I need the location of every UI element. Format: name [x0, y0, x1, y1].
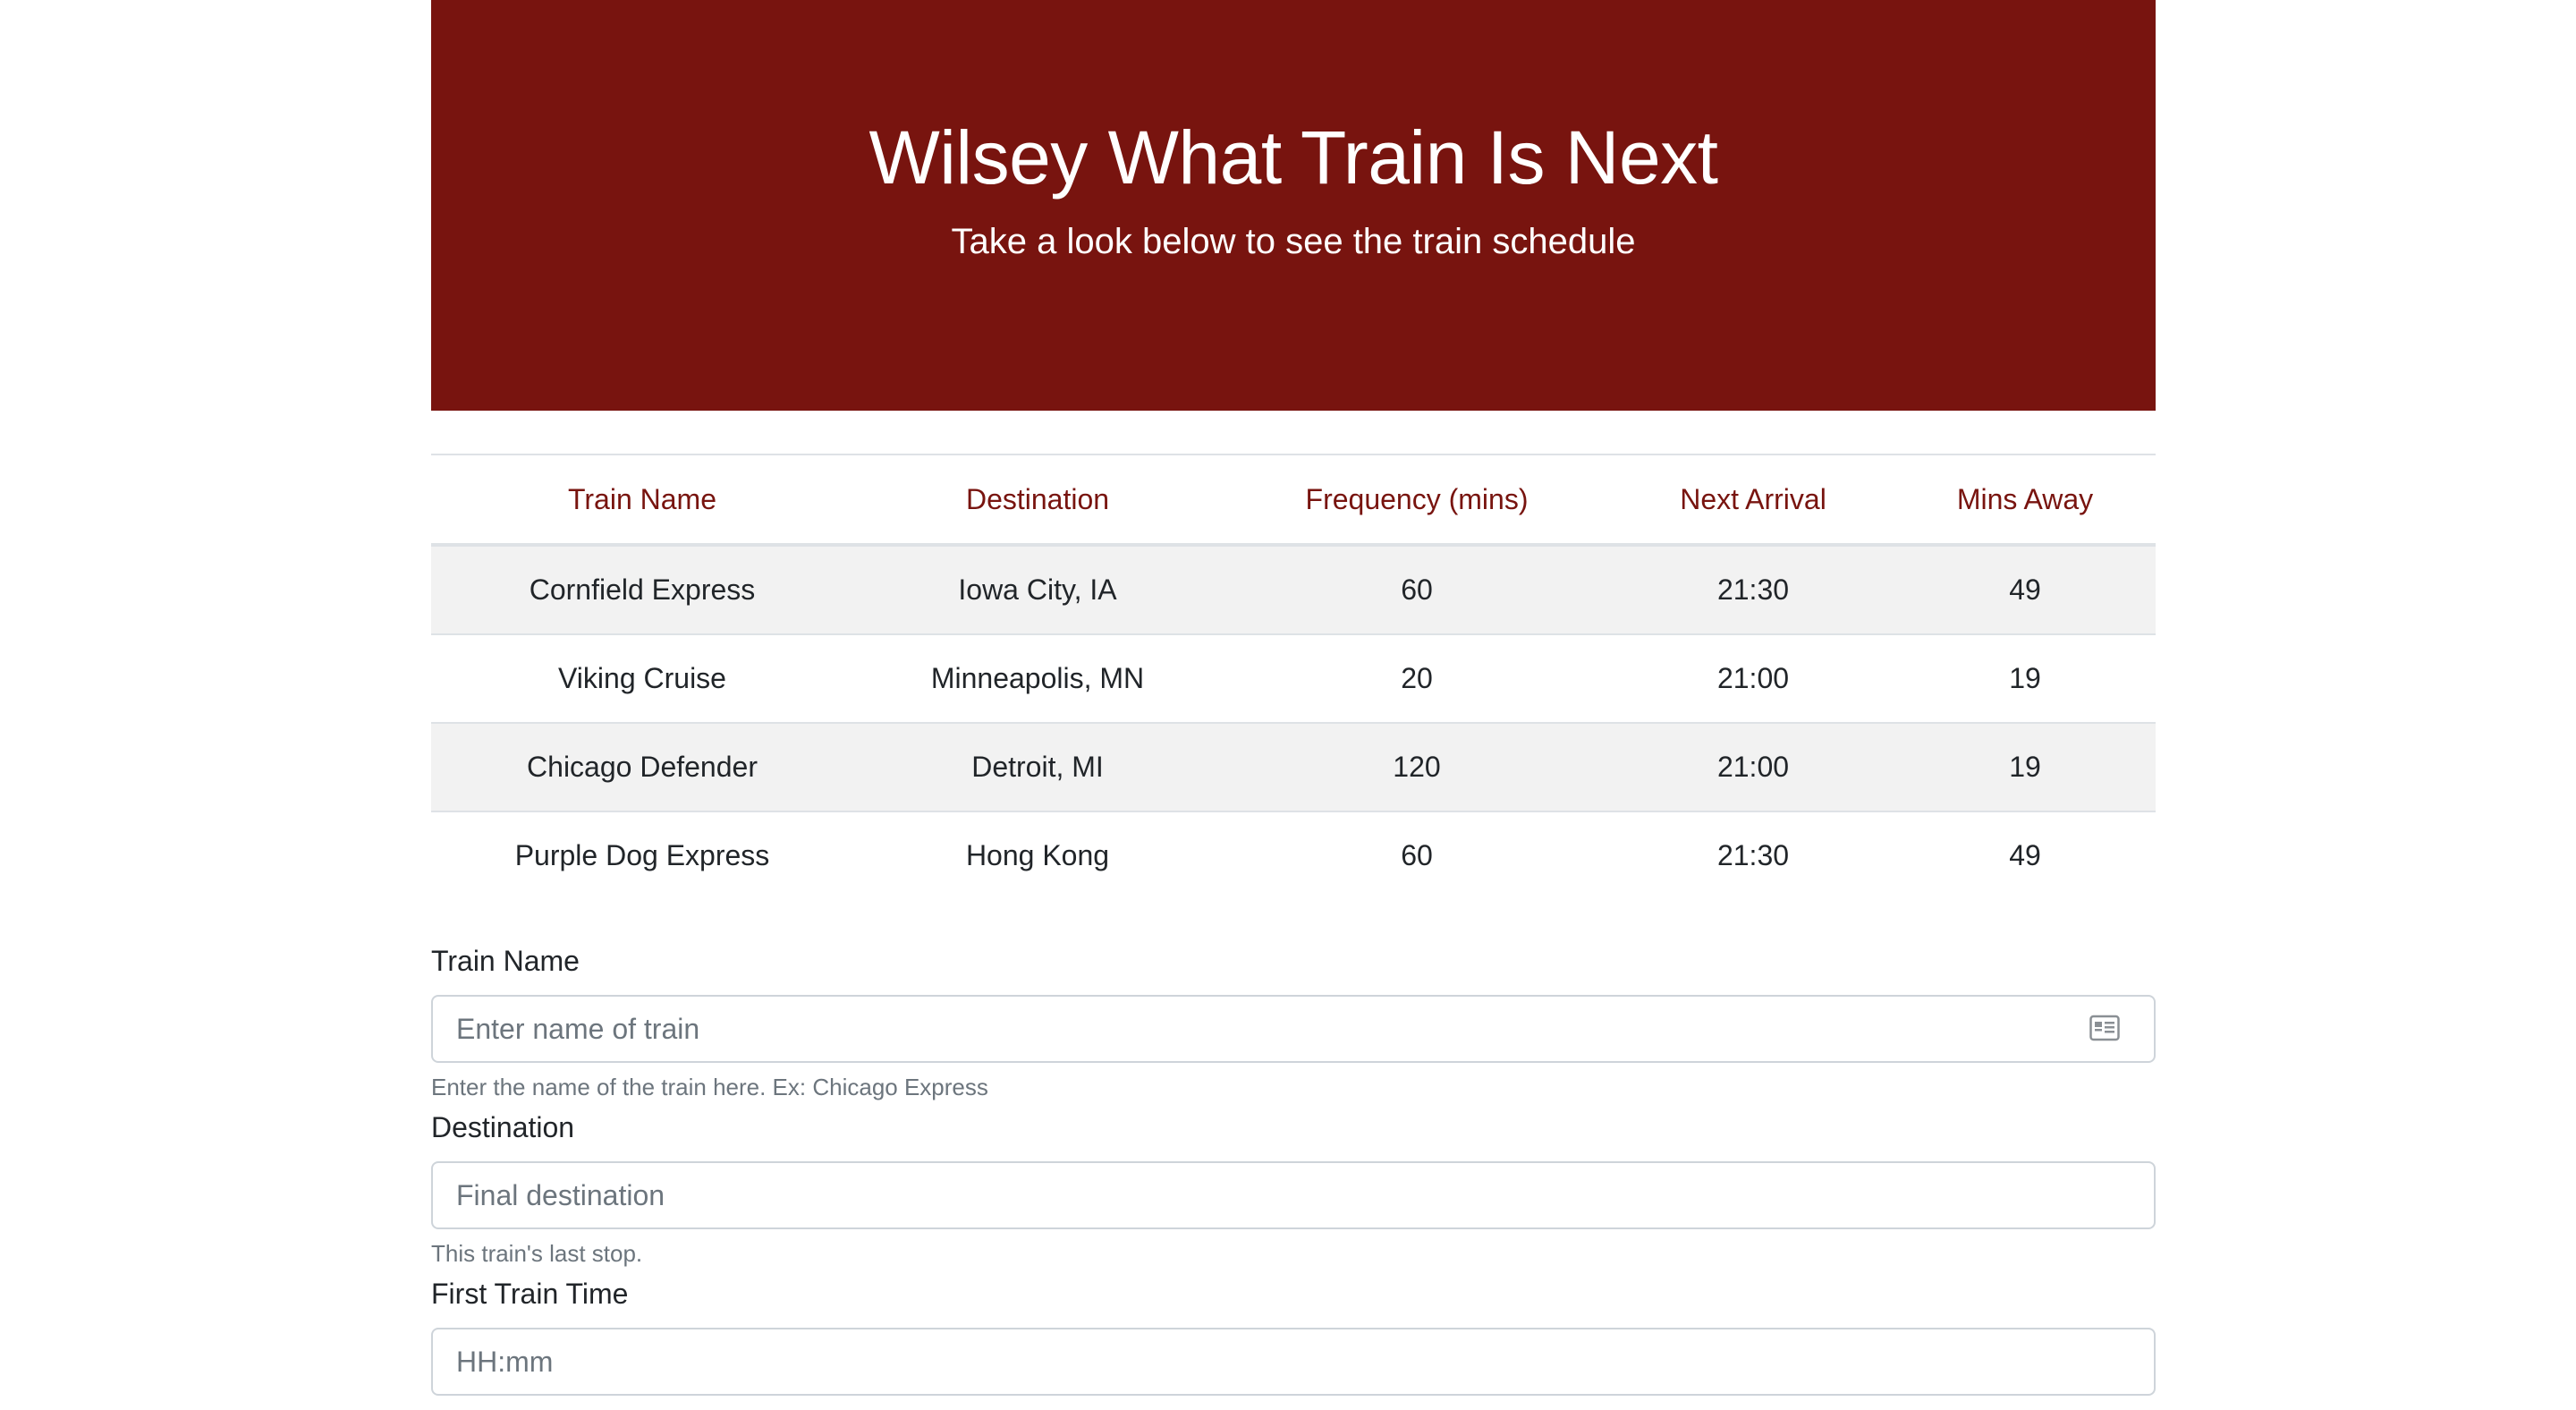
cell-frequency: 60: [1222, 545, 1612, 634]
train-name-input[interactable]: [431, 995, 2156, 1063]
table-row: Purple Dog Express Hong Kong 60 21:30 49: [431, 811, 2156, 899]
cell-train-name: Viking Cruise: [431, 633, 853, 723]
train-name-group: Train Name Enter the name of the train h…: [431, 938, 2156, 1104]
train-name-label: Train Name: [431, 945, 580, 977]
table-row: Chicago Defender Detroit, MI 120 21:00 1…: [431, 722, 2156, 811]
cell-mins-away: 49: [1894, 811, 2156, 899]
add-train-form: Train Name Enter the name of the train h…: [431, 938, 2156, 1396]
column-header-mins-away: Mins Away: [1894, 454, 2156, 547]
cell-mins-away: 19: [1894, 722, 2156, 811]
header-banner: Wilsey What Train Is Next Take a look be…: [431, 0, 2156, 411]
column-header-frequency: Frequency (mins): [1222, 454, 1612, 547]
cell-destination: Detroit, MI: [853, 722, 1222, 811]
destination-input-wrap: [431, 1161, 2156, 1229]
first-train-time-label: First Train Time: [431, 1278, 629, 1310]
first-train-time-group: First Train Time: [431, 1270, 2156, 1396]
destination-help: This train's last stop.: [431, 1240, 643, 1267]
page-container: Wilsey What Train Is Next Take a look be…: [431, 0, 2156, 1396]
destination-label: Destination: [431, 1111, 575, 1143]
column-header-train-name: Train Name: [431, 454, 853, 547]
cell-next-arrival: 21:00: [1612, 633, 1894, 723]
cell-next-arrival: 21:30: [1612, 545, 1894, 634]
cell-train-name: Cornfield Express: [431, 545, 853, 634]
cell-frequency: 120: [1222, 722, 1612, 811]
cell-next-arrival: 21:30: [1612, 811, 1894, 899]
destination-group: Destination This train's last stop.: [431, 1104, 2156, 1270]
cell-destination: Hong Kong: [853, 811, 1222, 899]
cell-destination: Iowa City, IA: [853, 545, 1222, 634]
cell-mins-away: 49: [1894, 545, 2156, 634]
cell-mins-away: 19: [1894, 633, 2156, 723]
table-header-row: Train Name Destination Frequency (mins) …: [431, 454, 2156, 547]
train-schedule-table: Train Name Destination Frequency (mins) …: [431, 454, 2156, 899]
contact-card-icon[interactable]: [2089, 1015, 2120, 1041]
cell-frequency: 20: [1222, 633, 1612, 723]
destination-input[interactable]: [431, 1161, 2156, 1229]
train-name-input-wrap: [431, 995, 2156, 1063]
first-train-time-input-wrap: [431, 1328, 2156, 1396]
first-train-time-input[interactable]: [431, 1328, 2156, 1396]
cell-frequency: 60: [1222, 811, 1612, 899]
page-subtitle: Take a look below to see the train sched…: [951, 222, 1636, 261]
table-row: Cornfield Express Iowa City, IA 60 21:30…: [431, 545, 2156, 634]
train-name-help: Enter the name of the train here. Ex: Ch…: [431, 1074, 988, 1100]
cell-destination: Minneapolis, MN: [853, 633, 1222, 723]
cell-next-arrival: 21:00: [1612, 722, 1894, 811]
column-header-destination: Destination: [853, 454, 1222, 547]
page-title: Wilsey What Train Is Next: [869, 115, 1718, 200]
table-row: Viking Cruise Minneapolis, MN 20 21:00 1…: [431, 633, 2156, 723]
column-header-next-arrival: Next Arrival: [1612, 454, 1894, 547]
cell-train-name: Chicago Defender: [431, 722, 853, 811]
cell-train-name: Purple Dog Express: [431, 811, 853, 899]
